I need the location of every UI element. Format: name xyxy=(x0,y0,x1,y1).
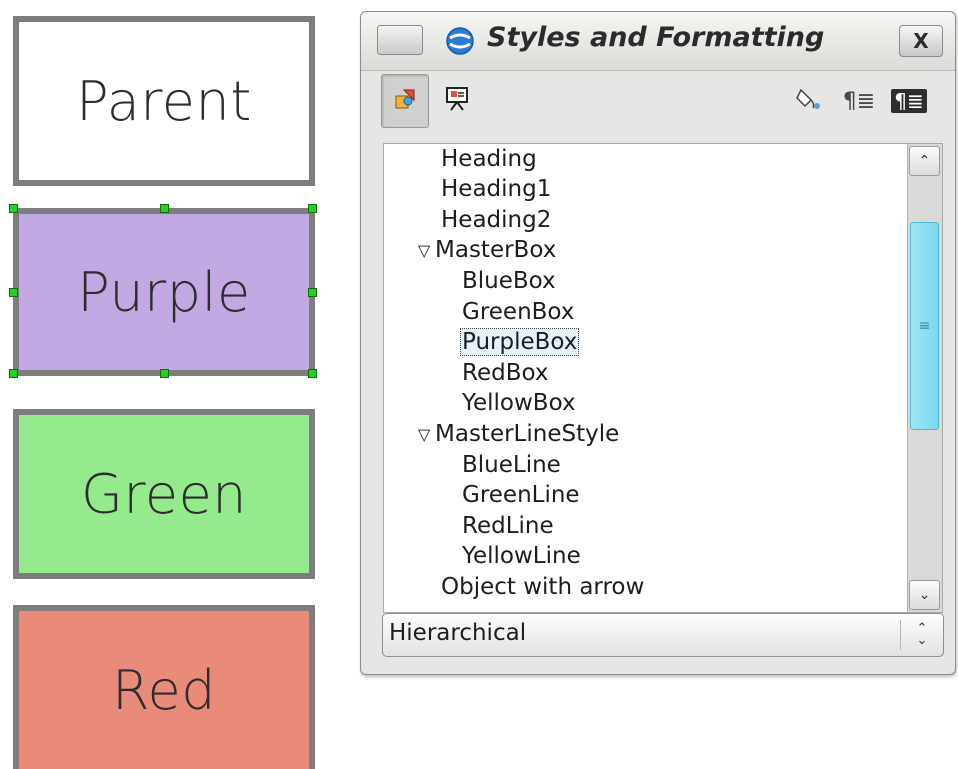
style-item-greenbox[interactable]: GreenBox xyxy=(462,297,574,327)
vertical-scrollbar[interactable]: ⌃ ≡ ⌄ xyxy=(907,144,942,612)
green-box-label: Green xyxy=(80,462,248,526)
panel-title: Styles and Formatting xyxy=(487,22,825,53)
style-item-label: BlueBox xyxy=(462,268,556,294)
scrollbar-thumb[interactable]: ≡ xyxy=(910,222,939,430)
parent-box-label: Parent xyxy=(76,69,252,133)
red-box-label: Red xyxy=(111,658,217,722)
style-filter-dropdown[interactable]: Hierarchical ⌃ ⌄ xyxy=(382,613,944,657)
scroll-up-button[interactable]: ⌃ xyxy=(909,146,940,176)
style-item-label: MasterBox xyxy=(435,237,557,263)
styles-and-formatting-panel: Styles and Formatting X ¶≣ ¶≣ Heading He… xyxy=(360,11,956,675)
presentation-styles-button[interactable] xyxy=(433,74,481,128)
resize-handle-top[interactable] xyxy=(160,204,169,213)
purple-box-shape[interactable]: Purple xyxy=(13,208,315,376)
fill-format-mode-button[interactable] xyxy=(785,74,833,128)
resize-handle-right[interactable] xyxy=(308,288,317,297)
expander-triangle-icon[interactable]: ▽ xyxy=(418,420,435,450)
styles-tree-list[interactable]: Heading Heading1 Heading2 ▽ MasterBox Blu… xyxy=(383,143,943,613)
style-item-heading[interactable]: Heading xyxy=(441,144,537,174)
style-item-blueline[interactable]: BlueLine xyxy=(462,450,561,480)
style-item-label: Heading xyxy=(441,146,537,172)
red-box-shape[interactable]: Red xyxy=(13,605,315,769)
close-button[interactable]: X xyxy=(899,25,943,57)
style-item-label: MasterLineStyle xyxy=(435,421,620,447)
style-item-label: YellowLine xyxy=(462,543,581,569)
purple-box-label: Purple xyxy=(77,260,251,324)
presentation-styles-icon xyxy=(445,86,469,116)
resize-handle-bottom[interactable] xyxy=(160,369,169,378)
scroll-down-button[interactable]: ⌄ xyxy=(909,580,940,610)
style-item-label: RedBox xyxy=(462,360,549,386)
graphics-styles-button[interactable] xyxy=(381,74,429,128)
style-item-label: YellowBox xyxy=(462,390,576,416)
chevron-up-icon: ⌃ xyxy=(918,153,931,169)
dropdown-spin-icon[interactable]: ⌃ ⌄ xyxy=(910,619,934,651)
chevron-down-icon: ⌄ xyxy=(916,633,928,648)
style-item-yellowline[interactable]: YellowLine xyxy=(462,541,581,571)
style-item-redline[interactable]: RedLine xyxy=(462,511,554,541)
drawing-canvas[interactable]: Parent Purple Green Red Styles and Forma… xyxy=(0,0,958,769)
parent-box-shape[interactable]: Parent xyxy=(13,16,315,186)
style-item-bluebox[interactable]: BlueBox xyxy=(462,266,556,296)
style-item-heading1[interactable]: Heading1 xyxy=(441,174,551,204)
resize-handle-top-left[interactable] xyxy=(9,204,18,213)
new-style-from-selection-icon: ¶≣ xyxy=(842,88,876,114)
update-style-icon: ¶≣ xyxy=(891,89,927,113)
app-logo-icon xyxy=(445,26,475,56)
style-item-yellowbox[interactable]: YellowBox xyxy=(462,388,576,418)
new-style-from-selection-button[interactable]: ¶≣ xyxy=(835,74,883,128)
style-item-label: GreenLine xyxy=(462,482,580,508)
style-filter-value: Hierarchical xyxy=(389,620,527,646)
resize-handle-left[interactable] xyxy=(9,288,18,297)
style-item-masterbox[interactable]: ▽ MasterBox xyxy=(418,235,556,265)
style-item-purplebox[interactable]: PurpleBox xyxy=(460,327,580,357)
dropdown-divider xyxy=(900,620,901,650)
window-menu-button[interactable] xyxy=(377,25,423,55)
update-style-button[interactable]: ¶≣ xyxy=(885,74,933,128)
green-box-shape[interactable]: Green xyxy=(13,409,315,579)
resize-handle-bottom-left[interactable] xyxy=(9,369,18,378)
style-item-label: GreenBox xyxy=(462,299,575,325)
resize-handle-top-right[interactable] xyxy=(308,204,317,213)
chevron-down-icon: ⌄ xyxy=(918,587,931,603)
close-icon: X xyxy=(913,29,929,53)
style-item-label: RedLine xyxy=(462,513,554,539)
style-item-label: BlueLine xyxy=(462,452,561,478)
style-item-label: Object with arrow xyxy=(441,574,645,600)
style-item-label: PurpleBox xyxy=(460,328,580,356)
style-item-redbox[interactable]: RedBox xyxy=(462,358,548,388)
expander-triangle-icon[interactable]: ▽ xyxy=(418,236,435,266)
panel-titlebar[interactable]: Styles and Formatting X xyxy=(361,12,955,71)
resize-handle-bottom-right[interactable] xyxy=(308,369,317,378)
graphics-styles-icon xyxy=(393,87,417,115)
style-item-greenline[interactable]: GreenLine xyxy=(462,480,580,510)
style-item-label: Heading1 xyxy=(441,176,552,202)
style-item-label: Heading2 xyxy=(441,207,552,233)
style-item-object-with-arrow[interactable]: Object with arrow xyxy=(441,572,644,602)
style-item-masterlinestyle[interactable]: ▽ MasterLineStyle xyxy=(418,419,619,449)
style-item-heading2[interactable]: Heading2 xyxy=(441,205,551,235)
grip-icon: ≡ xyxy=(918,318,931,334)
fill-format-mode-icon xyxy=(795,86,823,116)
